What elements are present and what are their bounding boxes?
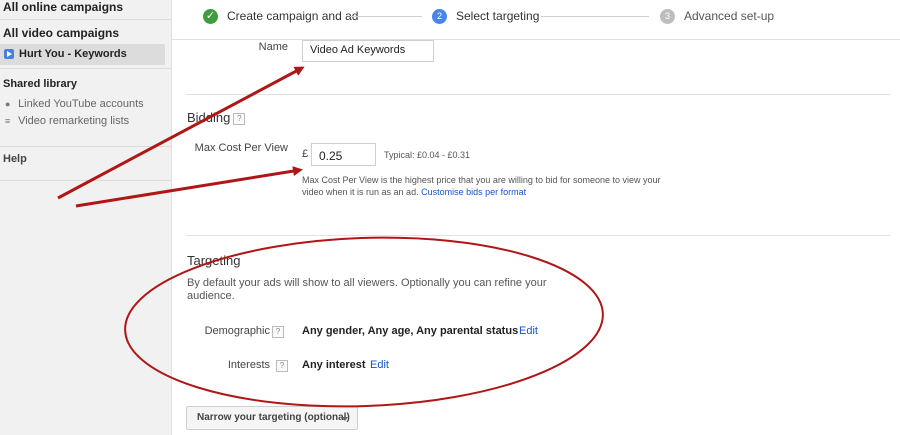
annotation-arrow-to-bid xyxy=(75,166,303,208)
annotation-arrow-to-name xyxy=(57,66,305,200)
annotation-ellipse-targeting xyxy=(124,236,604,408)
annotation-overlay xyxy=(57,66,604,408)
